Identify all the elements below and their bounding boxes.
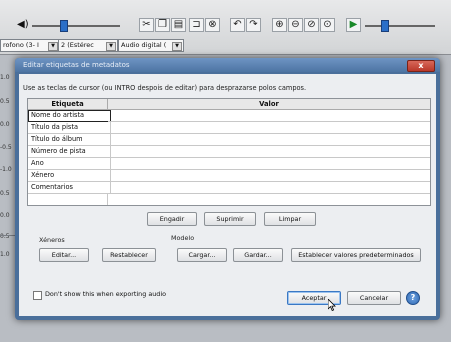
load-template-button[interactable]: Cargar... [177,248,227,262]
zoom-out-icon[interactable]: ⊖ [288,18,303,32]
trim-icon[interactable]: ⊐ [189,18,204,32]
value-cell[interactable] [108,110,430,122]
play-speed-slider[interactable] [365,25,435,27]
column-header-value[interactable]: Valor [108,99,430,110]
tag-cell[interactable]: Nome do artista [28,110,111,122]
value-cell[interactable] [108,158,430,170]
value-cell[interactable] [108,134,430,146]
tag-cell[interactable]: Xénero [28,170,111,182]
playback-volume-thumb[interactable] [60,20,68,32]
column-header-tag[interactable]: Etiqueta [28,99,108,110]
tag-cell[interactable]: Título da pista [28,122,111,134]
recording-device-value: rofono (3- I [3,41,39,49]
amplitude-ruler-label: -0.5 [0,144,12,151]
recording-device-select[interactable]: rofono (3- I ▼ [0,39,60,52]
amplitude-ruler-label: 1.0 [0,74,10,81]
value-cell[interactable] [108,122,430,134]
dialog-body: Use as teclas de cursor (ou INTRO despoi… [19,74,436,316]
amplitude-ruler-label: 0.0 [0,212,10,219]
paste-icon[interactable]: ▤ [171,18,186,32]
amplitude-ruler-label: -1.0 [0,166,12,173]
chevron-down-icon: ▼ [172,42,182,51]
fit-selection-icon[interactable]: ⊘ [304,18,319,32]
template-group-label: Modelo [171,234,195,242]
mouse-pointer-icon [328,299,336,311]
fit-project-icon[interactable]: ⊙ [320,18,335,32]
play-at-speed-icon[interactable]: ▶ [346,18,361,32]
dont-show-label: Don't show this when exporting audio [45,290,167,298]
playback-volume-slider[interactable] [32,25,120,27]
grid-column-divider [107,194,108,205]
cut-icon[interactable]: ✂ [139,18,154,32]
instruction-text: Use as teclas de cursor (ou INTRO despoi… [23,84,307,92]
amplitude-ruler-label: 0.5 [0,190,10,197]
metadata-dialog: Editar etiquetas de metadatos x Use as t… [15,58,440,320]
playback-device-value: Audio digital ( [121,41,167,49]
tag-cell[interactable]: Comentarios [28,182,111,194]
add-button[interactable]: Engadir [147,212,197,226]
silence-icon[interactable]: ⊗ [205,18,220,32]
tag-cell[interactable]: Número de pista [28,146,111,158]
play-speed-thumb[interactable] [381,20,389,32]
help-button[interactable]: ? [406,291,420,305]
cancel-button[interactable]: Cancelar [347,291,401,305]
save-template-button[interactable]: Gardar... [233,248,283,262]
metadata-grid[interactable]: Etiqueta Valor Nome do artista Título da… [27,98,431,206]
speaker-icon: ◀) [17,19,29,30]
undo-icon[interactable]: ↶ [230,18,245,32]
tag-cell[interactable]: Ano [28,158,111,170]
set-defaults-button[interactable]: Establecer valores predeterminados [291,248,421,262]
main-toolbar: ◀) ✂ ❐ ▤ ⊐ ⊗ ↶ ↷ ⊕ ⊖ ⊘ ⊙ ▶ rofono (3- I … [0,0,451,55]
genres-group-label: Xéneros [39,236,65,244]
value-cell[interactable] [108,182,430,194]
channels-value: 2 (Estérec [61,41,94,49]
amplitude-ruler-label: 1.0 [0,251,10,258]
close-icon: x [418,61,424,70]
channels-select[interactable]: 2 (Estérec ▼ [58,39,118,52]
copy-icon[interactable]: ❐ [155,18,170,32]
dont-show-checkbox[interactable] [33,291,42,300]
dialog-titlebar[interactable]: Editar etiquetas de metadatos x [15,58,440,72]
chevron-down-icon: ▼ [48,42,58,51]
zoom-in-icon[interactable]: ⊕ [272,18,287,32]
playback-device-select[interactable]: Audio digital ( ▼ [118,39,184,52]
clear-button[interactable]: Limpar [264,212,316,226]
chevron-down-icon: ▼ [106,42,116,51]
value-cell[interactable] [108,170,430,182]
edit-genres-button[interactable]: Editar... [39,248,89,262]
tag-cell[interactable]: Título do álbum [28,134,111,146]
reset-genres-button[interactable]: Restablecer [102,248,156,262]
value-cell[interactable] [108,146,430,158]
close-button[interactable]: x [407,60,435,72]
remove-button[interactable]: Suprimir [204,212,256,226]
dialog-title: Editar etiquetas de metadatos [23,61,130,69]
amplitude-ruler-label: 0.5 [0,98,10,105]
redo-icon[interactable]: ↷ [246,18,261,32]
help-icon: ? [410,293,416,302]
amplitude-ruler-label: 0.0 [0,121,10,128]
